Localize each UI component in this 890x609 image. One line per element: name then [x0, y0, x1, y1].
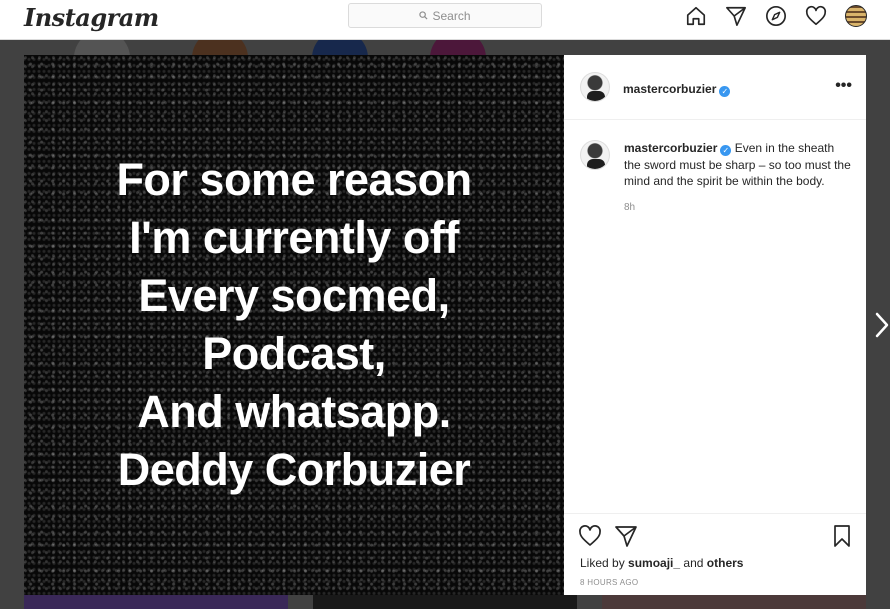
verified-badge-icon: ✓ — [720, 145, 732, 156]
image-text-line: Every socmed, — [138, 270, 450, 321]
comment-age[interactable]: 8h — [624, 202, 854, 213]
save-icon[interactable] — [830, 524, 854, 548]
image-text-line: Podcast, — [202, 328, 386, 379]
post-modal: For some reason I'm currently off Every … — [24, 55, 866, 595]
chevron-right-icon[interactable] — [874, 310, 890, 340]
share-icon[interactable] — [614, 524, 638, 548]
post-timestamp[interactable]: 8 HOURS AGO — [580, 578, 638, 587]
home-icon[interactable] — [684, 4, 708, 28]
author-avatar[interactable] — [580, 140, 610, 170]
liked-by-others-link[interactable]: others — [707, 556, 744, 570]
author-avatar[interactable] — [580, 72, 610, 102]
like-icon[interactable] — [578, 524, 602, 548]
likes-summary: Liked by sumoaji_ and others — [580, 556, 743, 570]
instagram-logo[interactable]: Instagram — [24, 3, 159, 32]
nav-icons — [684, 4, 868, 28]
verified-badge-icon: ✓ — [719, 86, 731, 97]
direct-icon[interactable] — [724, 4, 748, 28]
caption-text: mastercorbuzier ✓ Even in the sheath the … — [624, 140, 854, 190]
search-placeholder: Search — [432, 8, 471, 23]
post-image[interactable]: For some reason I'm currently off Every … — [24, 55, 564, 595]
image-text-line: For some reason — [116, 154, 472, 205]
liked-by-user-link[interactable]: sumoaji_ — [628, 556, 680, 570]
image-text-line: I'm currently off — [129, 212, 459, 263]
action-bar — [578, 524, 854, 548]
heart-icon[interactable] — [804, 4, 828, 28]
liked-by-and: and — [683, 556, 704, 570]
image-text-line: Deddy Corbuzier — [117, 444, 471, 495]
image-text-line: And whatsapp. — [137, 386, 451, 437]
post-image-text: For some reason I'm currently off Every … — [24, 151, 564, 499]
top-navbar: Instagram Search — [0, 0, 890, 40]
caption-comment: mastercorbuzier ✓ Even in the sheath the … — [580, 140, 854, 213]
author-username[interactable]: mastercorbuzier — [623, 82, 716, 96]
explore-icon[interactable] — [764, 4, 788, 28]
search-icon — [419, 11, 428, 20]
post-footer: Liked by sumoaji_ and others 8 HOURS AGO — [564, 513, 866, 595]
post-side-panel: mastercorbuzier ✓ ••• mastercorbuzier ✓ Ev… — [564, 55, 866, 595]
search-input[interactable]: Search — [348, 3, 542, 28]
caption-username[interactable]: mastercorbuzier — [624, 141, 717, 155]
post-header: mastercorbuzier ✓ ••• — [564, 55, 866, 120]
more-options-icon[interactable]: ••• — [835, 77, 852, 95]
profile-avatar[interactable] — [844, 4, 868, 28]
liked-by-prefix: Liked by — [580, 556, 625, 570]
